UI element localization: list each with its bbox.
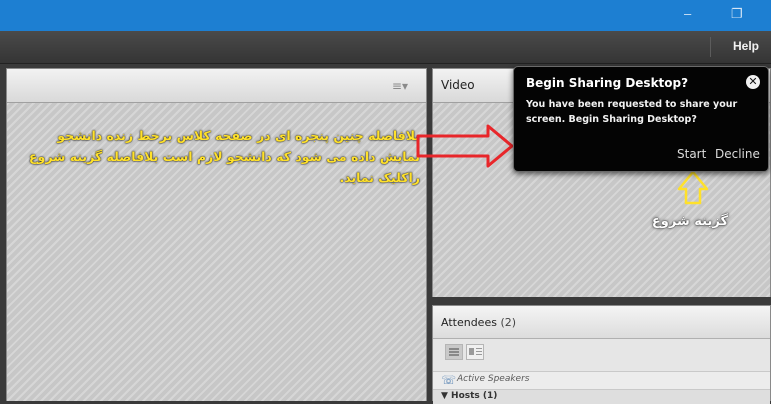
start-option-annotation: گزینه شروع (651, 214, 728, 229)
up-arrow-icon (677, 170, 709, 205)
dialog-message: You have been requested to share your sc… (526, 99, 738, 125)
decline-button[interactable]: Decline (715, 147, 760, 161)
right-arrow-icon (416, 124, 514, 168)
close-icon[interactable]: ✕ (746, 75, 760, 89)
dialog-title: Begin Sharing Desktop? (526, 76, 689, 90)
annotation-arrows (416, 124, 709, 205)
start-button[interactable]: Start (677, 147, 706, 161)
share-desktop-dialog: Begin Sharing Desktop? ✕ You have been r… (513, 66, 769, 172)
